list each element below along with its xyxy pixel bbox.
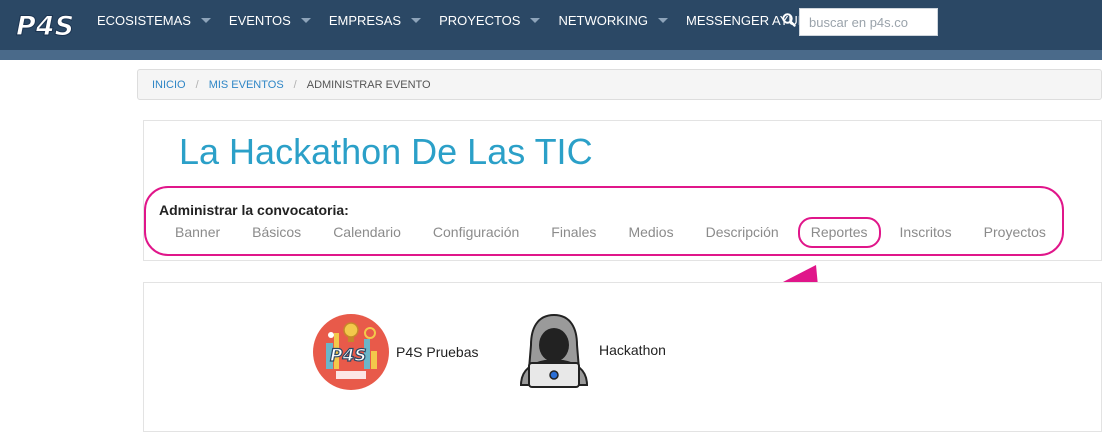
navbar-bottom-strip: [0, 50, 1102, 60]
breadcrumb: INICIO / MIS EVENTOS / ADMINISTRAR EVENT…: [137, 69, 1102, 100]
main-nav: ECOSISTEMAS EVENTOS EMPRESAS PROYECTOS N…: [97, 0, 834, 40]
breadcrumb-link-inicio[interactable]: INICIO: [152, 79, 186, 91]
breadcrumb-separator: /: [195, 78, 199, 91]
top-navbar: P4S ECOSISTEMAS EVENTOS EMPRESAS PROYECT…: [0, 0, 1102, 50]
nav-item-proyectos[interactable]: PROYECTOS: [439, 12, 541, 28]
nav-label: NETWORKING: [558, 12, 649, 28]
chevron-down-icon: [200, 17, 211, 23]
nav-label: PROYECTOS: [439, 12, 521, 28]
nav-label: EMPRESAS: [328, 12, 402, 28]
manage-tabs: Banner Básicos Calendario Configuración …: [159, 217, 1062, 248]
tab-calendario[interactable]: Calendario: [317, 224, 417, 240]
breadcrumb-current: ADMINISTRAR EVENTO: [306, 78, 431, 91]
nav-label: ECOSISTEMAS: [97, 12, 191, 28]
svg-text:P4S: P4S: [330, 346, 367, 366]
nav-item-networking[interactable]: NETWORKING: [558, 12, 669, 28]
manage-label: Administrar la convocatoria:: [159, 202, 349, 218]
tab-reportes[interactable]: Reportes: [795, 217, 884, 248]
search-icon[interactable]: [781, 12, 797, 28]
chevron-down-icon: [658, 17, 669, 23]
tab-inscritos[interactable]: Inscritos: [884, 224, 968, 240]
tab-descripcion[interactable]: Descripción: [690, 224, 795, 240]
breadcrumb-link-mis-eventos[interactable]: MIS EVENTOS: [209, 79, 284, 91]
tab-proyectos[interactable]: Proyectos: [968, 224, 1062, 240]
annotation-oval: [144, 186, 1064, 256]
tab-finales[interactable]: Finales: [535, 224, 612, 240]
event-header-panel: La Hackathon De Las TIC Administrar la c…: [143, 120, 1102, 261]
chevron-down-icon: [530, 17, 541, 23]
nav-item-empresas[interactable]: EMPRESAS: [328, 12, 422, 28]
page-title: La Hackathon De Las TIC: [179, 131, 593, 172]
nav-item-eventos[interactable]: EVENTOS: [229, 13, 311, 28]
nav-label: EVENTOS: [228, 12, 291, 28]
p4s-logo-icon: P4S: [313, 314, 389, 390]
chevron-down-icon: [411, 17, 422, 23]
organizations-panel: P4S P4S Pruebas Hackathon: [143, 282, 1102, 432]
chevron-down-icon: [300, 17, 311, 23]
p4s-logo[interactable]: P4S: [14, 6, 73, 43]
tab-basicos[interactable]: Básicos: [236, 224, 317, 240]
logo-text: P4S: [16, 11, 72, 42]
org-card-hackathon[interactable]: Hackathon: [515, 311, 666, 389]
tab-banner[interactable]: Banner: [159, 224, 236, 240]
nav-item-ecosistemas[interactable]: ECOSISTEMAS: [97, 13, 211, 28]
org-name: Hackathon: [599, 342, 666, 358]
org-name: P4S Pruebas: [396, 344, 479, 360]
hacker-icon: [519, 313, 589, 388]
tab-configuracion[interactable]: Configuración: [417, 224, 535, 240]
search-input[interactable]: [799, 8, 938, 36]
tab-medios[interactable]: Medios: [612, 224, 689, 240]
breadcrumb-separator: /: [293, 78, 297, 91]
org-card-p4s-pruebas[interactable]: P4S P4S Pruebas: [312, 313, 479, 391]
